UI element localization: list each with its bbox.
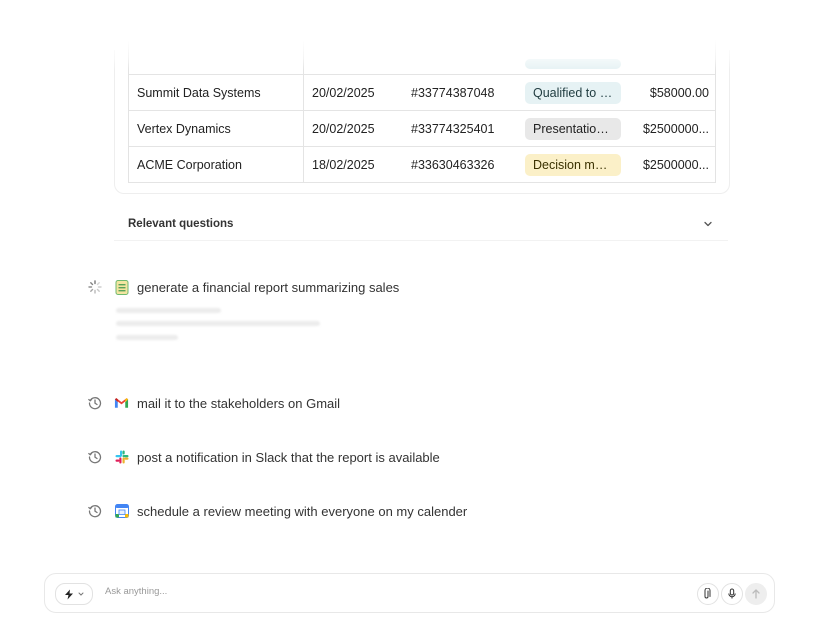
slack-icon: [114, 450, 129, 465]
table-cell-company: Summit Data Systems: [137, 85, 261, 100]
table-row[interactable]: ACME Corporation 18/02/2025 #33630463326…: [129, 147, 715, 183]
stage-badge: Qualified to b...: [525, 81, 621, 104]
clock-pending-icon: [88, 450, 102, 464]
relevant-questions-toggle[interactable]: Relevant questions: [114, 210, 728, 241]
skeleton-line: [116, 321, 320, 326]
microphone-button[interactable]: [721, 583, 743, 605]
table-cell-date: 18/02/2025: [303, 147, 407, 182]
task-item: generate a financial report summarizing …: [88, 277, 399, 297]
task-text: schedule a review meeting with everyone …: [137, 503, 468, 519]
loading-spinner-icon: [88, 280, 102, 294]
table-cell-stage: [525, 40, 621, 74]
calendar-icon: [114, 504, 129, 519]
task-text: mail it to the stakeholders on Gmail: [137, 395, 341, 411]
table-cell-company: Vertex Dynamics: [137, 121, 231, 136]
table-row-partial: [129, 40, 715, 75]
table-cell-amount: $2500000...: [642, 121, 709, 136]
table-row[interactable]: Summit Data Systems 20/02/2025 #33774387…: [129, 75, 715, 111]
skeleton-line: [116, 335, 178, 340]
lightning-icon: [64, 589, 73, 599]
relevant-questions-label: Relevant questions: [128, 218, 234, 230]
mode-selector-button[interactable]: [55, 583, 93, 605]
table-cell-company: ACME Corporation: [137, 157, 242, 172]
table-cell-id: #33630463326: [411, 157, 495, 172]
task-item: mail it to the stakeholders on Gmail: [88, 393, 340, 413]
stage-badge: Decision mak...: [525, 153, 621, 176]
table-cell-stage: Decision mak...: [525, 147, 621, 182]
table-cell-date: [303, 40, 407, 74]
table-cell-stage: Qualified to b...: [525, 75, 621, 110]
gmail-icon: [114, 396, 129, 411]
task-item: schedule a review meeting with everyone …: [88, 501, 467, 521]
chevron-down-icon: [78, 592, 83, 596]
sheets-icon: [114, 279, 129, 295]
table-cell-date: 20/02/2025: [303, 75, 407, 110]
clock-pending-icon: [88, 396, 102, 410]
table-cell-date: 20/02/2025: [303, 111, 407, 146]
chat-composer: Ask anything...: [44, 573, 775, 613]
attach-button[interactable]: [697, 583, 719, 605]
deals-table: Summit Data Systems 20/02/2025 #33774387…: [128, 40, 716, 183]
microphone-icon: [728, 588, 736, 599]
send-button[interactable]: [745, 583, 767, 605]
table-cell-id: #33774387048: [411, 85, 495, 100]
chat-input[interactable]: Ask anything...: [105, 586, 167, 597]
clock-pending-icon: [88, 504, 102, 518]
task-item: post a notification in Slack that the re…: [88, 447, 440, 467]
table-row[interactable]: Vertex Dynamics 20/02/2025 #33774325401 …: [129, 111, 715, 147]
table-cell-stage: Presentation ...: [525, 111, 621, 146]
arrow-up-icon: [752, 589, 760, 599]
paperclip-icon: [704, 588, 711, 599]
table-cell-amount: $2500000...: [642, 157, 709, 172]
task-text: post a notification in Slack that the re…: [137, 449, 440, 465]
table-cell-amount: $58000.00: [649, 85, 709, 100]
skeleton-line: [116, 308, 221, 313]
task-text: generate a financial report summarizing …: [137, 279, 400, 295]
stage-badge: Presentation ...: [525, 117, 621, 140]
table-cell-id: #33774325401: [411, 121, 495, 136]
chevron-down-icon: [704, 221, 712, 227]
